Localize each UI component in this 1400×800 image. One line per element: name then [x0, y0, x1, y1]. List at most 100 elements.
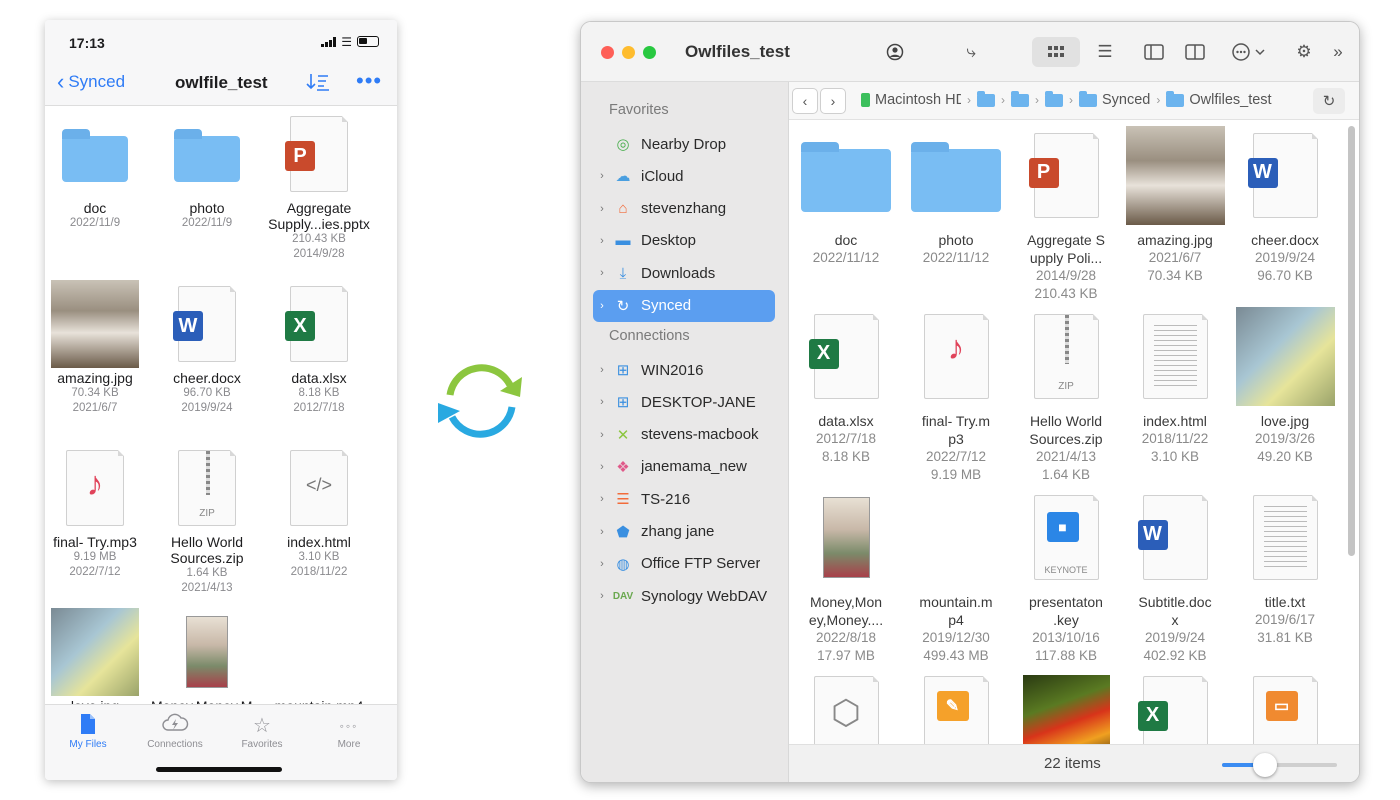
file-item[interactable]: doc 2022/11/9 [45, 108, 151, 231]
chevron-right-icon[interactable]: › [593, 364, 611, 376]
sidebar-item-icloud[interactable]: › ☁ iCloud [593, 160, 775, 192]
file-item[interactable]: Wcheer.docx 2019/9/24 96.70 KB [1233, 129, 1337, 285]
file-meta: 2022/11/12 [812, 250, 880, 265]
ellipsis-icon[interactable]: ••• [356, 68, 382, 94]
chevron-right-icon[interactable]: › [593, 429, 611, 441]
file-item[interactable]: amazing.jpg 2021/6/7 70.34 KB [1123, 125, 1227, 285]
chevron-right-icon[interactable]: › [593, 203, 611, 215]
file-meta: 8.18 KB [821, 449, 871, 464]
chevron-right-icon[interactable]: › [593, 267, 611, 279]
breadcrumb-item-owlfiles-test[interactable]: Owlfiles_test [1166, 90, 1272, 108]
chevron-right-icon[interactable]: › [593, 590, 611, 602]
breadcrumb-item-folder[interactable] [977, 90, 995, 107]
file-meta: 2019/9/24 [1254, 250, 1316, 265]
sidebar-item-synology-webdav[interactable]: › DAV Synology WebDAV [593, 580, 775, 612]
file-item[interactable]: Xdata.xlsx 8.18 KB 2012/7/18 [263, 278, 375, 416]
chevron-right-icon[interactable]: › [593, 461, 611, 473]
chevron-right-icon[interactable]: › [593, 558, 611, 570]
sidebar-toggle-icon[interactable] [1142, 37, 1166, 67]
tab-my-files[interactable]: My Files [45, 713, 131, 750]
file-thumbnail [1014, 672, 1118, 744]
sidebar-item-synced[interactable]: › ↻ Synced [593, 289, 775, 322]
minimize-button[interactable] [622, 46, 635, 59]
tab-favorites[interactable]: ☆ Favorites [219, 713, 305, 750]
chevron-right-icon[interactable]: › [593, 170, 611, 182]
file-item[interactable]: ♪ final- Try.mp3 9.19 MB 2022/7/12 [45, 442, 151, 580]
close-button[interactable] [601, 46, 614, 59]
breadcrumb-item-synced[interactable]: Synced [1079, 90, 1150, 108]
sidebar-item-desktop-jane[interactable]: › ⊞ DESKTOP-JANE [593, 386, 775, 418]
file-item[interactable]: ■ KEYNOTE presentaton .key 2013/10/16 117.88 … [1014, 491, 1118, 665]
file-item[interactable]: Money,Mon ey,Money.... 2022/8/18 17.97 MB [794, 491, 898, 665]
file-item[interactable]: ZIP Hello World Sources.zip 1.64 KB 2021/4/1… [151, 442, 263, 596]
tab-more[interactable]: ◦◦◦ More [306, 713, 392, 750]
file-item[interactable]: </> index.html 3.10 KB 2018/11/22 [263, 442, 375, 580]
file-item[interactable]: amazing.jpg 70.34 KB 2021/6/7 [45, 278, 151, 416]
zoom-slider-knob[interactable] [1252, 753, 1277, 777]
sidebar-item-stevenzhang[interactable]: › ⌂ stevenzhang [593, 193, 775, 225]
file-item[interactable]: doc 2022/11/12 [794, 129, 898, 267]
file-item[interactable]: ♪ final- Try.m p3 2022/7/12 9.19 MB [904, 310, 1008, 484]
file-item[interactable]: W Subtitle.doc x 2019/9/24 402.92 KB [1123, 491, 1227, 665]
breadcrumb-item-folder[interactable] [1045, 90, 1063, 107]
chevron-double-right-icon[interactable]: » [1326, 37, 1350, 67]
scrollbar[interactable] [1348, 126, 1355, 556]
file-name: Hello World [1029, 413, 1103, 429]
file-item[interactable]: P Aggregate Supply...ies.pptx 210.43 KB 2014… [263, 108, 375, 262]
file-item[interactable]: ✎PAGES [904, 672, 1008, 744]
sidebar-item-nearby-drop[interactable]: ◎ Nearby Drop [593, 128, 775, 160]
chevron-right-icon[interactable]: › [593, 493, 611, 505]
file-item[interactable]: mountain.m p4 2019/12/30 499.43 MB [904, 491, 1008, 665]
account-icon[interactable] [883, 37, 907, 67]
file-item[interactable]: love.jpg 2019/3/26 49.20 KB [1233, 306, 1337, 466]
chevron-right-icon[interactable]: › [593, 300, 611, 312]
file-item[interactable]: photo 2022/11/12 [904, 129, 1008, 267]
file-item[interactable]: love.jpg [45, 606, 151, 706]
file-name: title.txt [1264, 594, 1306, 610]
file-item[interactable] [1014, 672, 1118, 744]
file-item[interactable]: ZIP Hello World Sources.zip 2021/4/13 1.64 K… [1014, 310, 1118, 484]
cellular-signal-icon [321, 36, 337, 47]
tab-label: Connections [147, 739, 203, 750]
zoom-slider[interactable] [1222, 753, 1337, 777]
refresh-button[interactable]: ↻ [1313, 88, 1345, 114]
file-item[interactable]: title.txt 2019/6/17 31.81 KB [1233, 491, 1337, 647]
tab-connections[interactable]: Connections [132, 713, 218, 750]
list-view-icon[interactable]: ☰ [1093, 37, 1117, 67]
file-item[interactable]: P Aggregate S upply Poli... 2014/9/28 210.43… [1014, 129, 1118, 303]
sidebar-item-zhang-jane[interactable]: › ⬟ zhang jane [593, 516, 775, 548]
file-item[interactable]: Xdata.xlsx 2012/7/18 8.18 KB [794, 310, 898, 466]
sidebar-item-win2016[interactable]: › ⊞ WIN2016 [593, 354, 775, 386]
breadcrumb-item-macintosh-hd[interactable]: Macintosh HD [861, 92, 961, 108]
sidebar-item-ts-216[interactable]: › ☰ TS-216 [593, 483, 775, 515]
sidebar-item-downloads[interactable]: › ⤓ Downloads [593, 257, 775, 289]
chevron-right-icon[interactable]: › [593, 396, 611, 408]
sidebar-item-desktop[interactable]: › ▬ Desktop [593, 225, 775, 257]
file-item[interactable]: ▭EPUB [1233, 672, 1337, 744]
forward-button[interactable]: › [820, 88, 846, 114]
lightning-icon[interactable]: ⤷ [959, 37, 983, 67]
back-button[interactable]: ‹ [792, 88, 818, 114]
file-item[interactable]: index.html 2018/11/22 3.10 KB [1123, 310, 1227, 466]
sidebar-item-janemama-new[interactable]: › ❖ janemama_new [593, 451, 775, 483]
chevron-right-icon[interactable]: › [593, 235, 611, 247]
file-item[interactable]: Money,Money,M... [151, 606, 264, 706]
preview-pane-icon[interactable] [1183, 37, 1207, 67]
grid-view-icon[interactable] [1032, 37, 1080, 67]
back-button[interactable]: ‹ Synced [57, 71, 125, 93]
more-actions-icon[interactable] [1229, 37, 1269, 67]
sort-down-icon[interactable] [306, 72, 330, 97]
file-item[interactable]: mountain.mp4 [263, 606, 375, 706]
zoom-button[interactable] [643, 46, 656, 59]
file-item[interactable]: X [1123, 672, 1227, 744]
gear-icon[interactable]: ⚙ [1292, 37, 1316, 67]
sidebar-item-office-ftp-server[interactable]: › ◍ Office FTP Server [593, 548, 775, 580]
refresh-icon: ↻ [1322, 93, 1336, 110]
file-item[interactable]: photo 2022/11/9 [151, 108, 263, 231]
sidebar-item-stevens-macbook[interactable]: › ✕ stevens-macbook [593, 419, 775, 451]
chevron-right-icon[interactable]: › [593, 526, 611, 538]
file-item[interactable]: Wcheer.docx 96.70 KB 2019/9/24 [151, 278, 263, 416]
file-thumbnail: W [151, 278, 263, 370]
breadcrumb-item-folder[interactable] [1011, 90, 1029, 107]
file-item[interactable]: ⬡ [794, 672, 898, 744]
